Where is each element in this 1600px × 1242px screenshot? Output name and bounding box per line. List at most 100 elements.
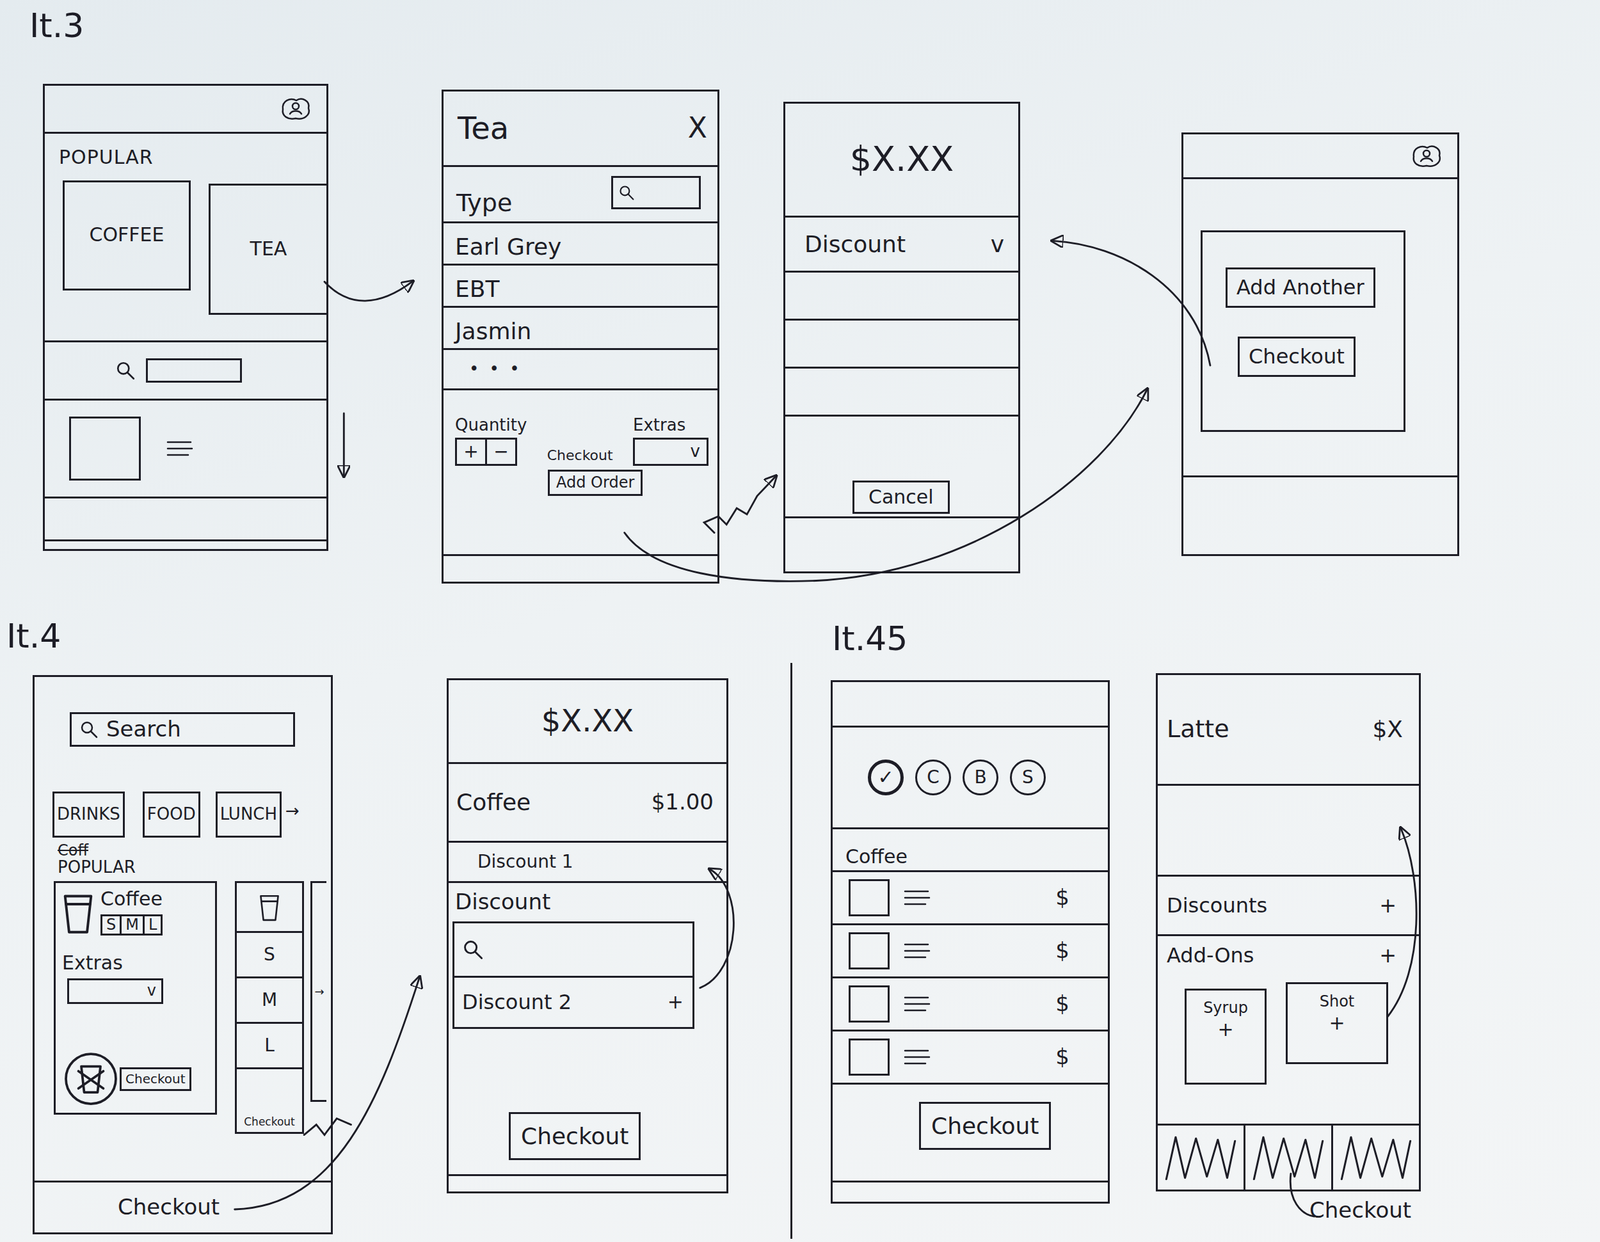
filter-chip[interactable]: S — [1009, 759, 1046, 796]
list-item[interactable] — [44, 400, 327, 499]
account-icon[interactable] — [279, 95, 313, 123]
item-price: $1.00 — [651, 789, 714, 815]
menu-item[interactable]: $ — [832, 978, 1108, 1032]
filter-chip[interactable]: B — [962, 759, 999, 796]
screen-row: ✓CBSCoffee$$$$CheckoutLatte$XDiscounts+A… — [792, 665, 1600, 1224]
field-label: Type — [456, 189, 512, 218]
scroll-arrow[interactable]: → — [285, 801, 300, 822]
dialog-button[interactable]: Checkout — [1237, 336, 1356, 377]
phone-screen: POPULARCOFFEETEA — [42, 83, 329, 552]
screen-title: Tea — [457, 110, 509, 146]
filter-chip[interactable]: ✓ — [867, 759, 904, 796]
size-option[interactable]: M — [236, 978, 303, 1024]
size-option[interactable]: S — [236, 933, 303, 979]
option-row[interactable]: EBT — [443, 265, 718, 308]
applied-discount: Discount 1 — [448, 842, 727, 884]
checkout-button[interactable]: Checkout — [508, 1112, 641, 1161]
option-label: Earl Grey — [455, 233, 562, 260]
label-box: It.4 — [0, 614, 791, 666]
next-card-peek[interactable]: → — [310, 881, 327, 1103]
extras-dropdown[interactable]: v — [632, 437, 709, 466]
size-option[interactable]: L — [142, 916, 161, 935]
scroll-arrow[interactable]: → — [314, 985, 324, 1000]
category-chip[interactable]: DRINKS — [52, 791, 125, 838]
menu-item[interactable]: $ — [832, 872, 1108, 926]
empty-row — [1157, 785, 1419, 877]
dropdown-caret: v — [990, 231, 1005, 258]
label: S — [263, 944, 276, 966]
filter-chip[interactable]: C — [915, 759, 952, 796]
category-chip[interactable]: LUNCH — [215, 791, 282, 838]
add-discount-button[interactable]: + — [667, 991, 684, 1014]
label: Add Order — [556, 473, 635, 492]
flow-arrow — [234, 977, 420, 1210]
discount-result[interactable]: Discount 2+ — [452, 977, 695, 1030]
text-lines-icon — [903, 994, 931, 1014]
extras-dropdown[interactable]: v — [67, 978, 164, 1005]
addon-tile[interactable]: Shot+ — [1285, 982, 1389, 1065]
item-thumbnail — [848, 879, 890, 917]
field-label: Extras — [62, 952, 123, 975]
quantity-control: Quantity+− — [455, 416, 527, 466]
section-label: Add-Ons — [1166, 944, 1255, 968]
screen-wrapper: $X.XXCoffee$1.00Discount 1DiscountDiscou… — [446, 678, 729, 1194]
text-lines-icon — [903, 941, 931, 961]
label: S — [1022, 767, 1034, 788]
divider-line — [790, 663, 793, 1240]
label: Cancel — [868, 485, 934, 509]
checkout-bar[interactable]: Checkout — [34, 1180, 331, 1233]
label: Add Another — [1236, 275, 1365, 300]
close-button[interactable]: X — [688, 112, 708, 145]
spacer — [1157, 1084, 1419, 1124]
option-row[interactable]: Jasmin — [443, 307, 718, 351]
search-icon — [79, 720, 99, 740]
screen-wrapper: $X.XXDiscountvCancel — [783, 101, 1021, 574]
search-field[interactable] — [145, 358, 242, 383]
dialog-button[interactable]: Add Another — [1225, 267, 1376, 308]
category-chip[interactable]: FOOD — [142, 791, 201, 838]
item-price: $ — [1055, 991, 1070, 1017]
spacer — [832, 1084, 1108, 1103]
option-row[interactable]: Earl Grey — [443, 223, 718, 266]
total-header: $X.XX — [448, 680, 727, 765]
option-section[interactable]: Add-Ons + — [1157, 936, 1419, 975]
product-card[interactable]: CoffeeSMLExtrasvCheckout — [53, 881, 217, 1115]
size-option[interactable]: M — [119, 916, 143, 935]
text-lines-icon — [903, 1047, 931, 1067]
checkout-button[interactable]: Checkout — [919, 1102, 1051, 1151]
cancel-button[interactable]: Cancel — [852, 480, 950, 515]
option-section[interactable]: Discounts+ — [1157, 876, 1419, 937]
addon-tile[interactable]: Syrup+ — [1184, 988, 1267, 1085]
menu-tile[interactable]: TEA — [208, 183, 327, 315]
size-selector: SML — [100, 914, 163, 937]
label: TEA — [250, 238, 288, 261]
checkout-bar[interactable] — [1157, 1123, 1419, 1190]
menu-item[interactable]: $ — [832, 925, 1108, 979]
cup-icon — [62, 888, 95, 939]
phone-screen: Add Another Checkout — [1181, 132, 1460, 557]
quantity-plus-button[interactable]: + — [455, 437, 488, 466]
expand-button[interactable]: + — [1379, 894, 1397, 918]
size-option[interactable]: S — [102, 916, 120, 935]
size-option[interactable]: L — [236, 1024, 303, 1070]
type-search-field[interactable] — [611, 176, 701, 210]
label: M — [261, 990, 278, 1011]
add-order-button[interactable]: Add Order — [547, 469, 643, 497]
checkout-button[interactable]: Checkout — [119, 1067, 192, 1092]
card-actions: Checkout — [236, 1069, 303, 1133]
expand-button[interactable]: + — [1379, 944, 1397, 968]
menu-item[interactable]: $ — [832, 1031, 1108, 1085]
cup-icon — [258, 892, 281, 923]
discount-dropdown[interactable]: Discountv — [785, 217, 1019, 273]
item-thumbnail — [69, 416, 141, 481]
discount-search-field[interactable] — [452, 921, 695, 978]
checkout-button[interactable]: Checkout — [243, 1116, 296, 1129]
menu-tile[interactable]: COFFEE — [62, 180, 191, 291]
product-card[interactable]: S ML Checkout — [234, 881, 304, 1135]
search-field[interactable]: Search — [69, 712, 296, 747]
button-row: Checkout — [448, 1112, 727, 1161]
account-icon[interactable] — [1409, 142, 1444, 170]
spacer — [34, 1134, 331, 1181]
quantity-minus-button[interactable]: − — [485, 437, 518, 466]
checkout-button[interactable]: Checkout — [547, 447, 614, 464]
